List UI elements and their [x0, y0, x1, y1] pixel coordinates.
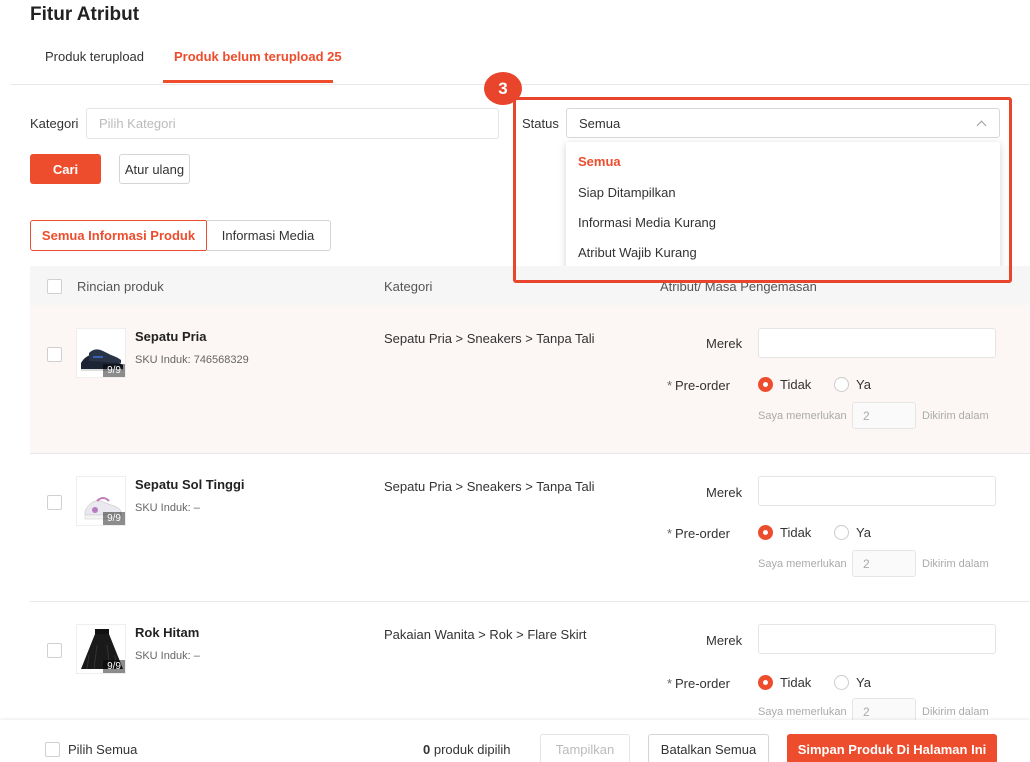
cancel-all-button[interactable]: Batalkan Semua [648, 734, 769, 762]
show-button-label: Tampilkan [555, 741, 615, 757]
search-button-label: Cari [52, 161, 79, 177]
product-category: Sepatu Pria > Sneakers > Tanpa Tali [384, 479, 595, 494]
product-thumbnail[interactable]: 9/9 [76, 328, 126, 378]
image-count-badge: 9/9 [103, 660, 125, 673]
header-checkbox[interactable] [47, 279, 62, 294]
product-sku: SKU Induk: 746568329 [135, 354, 249, 366]
need-label: Saya memerlukan [758, 410, 847, 422]
need-label: Saya memerlukan [758, 706, 847, 718]
ship-label: Dikirim dalam [922, 706, 989, 718]
reset-button-label: Atur ulang [124, 161, 185, 177]
days-value: 2 [863, 556, 870, 571]
product-name[interactable]: Sepatu Sol Tinggi [135, 477, 245, 492]
tab-not-uploaded[interactable]: Produk belum terupload 25 [174, 49, 342, 64]
save-page-button-label: Simpan Produk Di Halaman Ini [797, 741, 987, 757]
kategori-label: Kategori [30, 116, 79, 131]
search-button[interactable]: Cari [30, 154, 101, 184]
annotation-highlight-box [513, 97, 1012, 283]
merek-label: Merek [706, 336, 743, 351]
merek-input[interactable] [758, 624, 996, 654]
page-title: Fitur Atribut [30, 4, 140, 25]
required-mark: * [667, 378, 673, 393]
show-button[interactable]: Tampilkan [540, 734, 630, 762]
row-checkbox[interactable] [47, 347, 62, 362]
preorder-yes-radio[interactable] [834, 675, 849, 690]
save-page-button[interactable]: Simpan Produk Di Halaman Ini [787, 734, 997, 762]
product-sku: SKU Induk: – [135, 502, 200, 514]
preorder-no-radio[interactable] [758, 377, 773, 392]
product-category: Pakaian Wanita > Rok > Flare Skirt [384, 627, 587, 642]
active-tab-indicator [163, 80, 333, 83]
merek-label: Merek [706, 633, 743, 648]
select-all-checkbox[interactable] [45, 742, 60, 757]
row-checkbox[interactable] [47, 495, 62, 510]
preorder-yes-radio[interactable] [834, 525, 849, 540]
product-name[interactable]: Rok Hitam [135, 625, 199, 640]
column-category: Kategori [384, 279, 433, 294]
preorder-no-label: Tidak [780, 377, 812, 392]
selected-count: 0 [423, 742, 431, 757]
ship-label: Dikirim dalam [922, 410, 989, 422]
preorder-label: Pre-order [675, 676, 730, 691]
required-mark: * [667, 676, 673, 691]
preorder-label: Pre-order [675, 526, 730, 541]
preorder-no-radio[interactable] [758, 525, 773, 540]
ship-label: Dikirim dalam [922, 558, 989, 570]
selected-summary: 0 produk dipilih [423, 742, 510, 757]
view-all-info[interactable]: Semua Informasi Produk [30, 220, 207, 251]
preorder-no-label: Tidak [780, 675, 812, 690]
days-value: 2 [863, 704, 870, 719]
tab-uploaded[interactable]: Produk terupload [45, 49, 144, 64]
select-all-label: Pilih Semua [68, 742, 138, 757]
selected-text: produk dipilih [433, 742, 511, 757]
row-divider [30, 601, 1030, 602]
product-name[interactable]: Sepatu Pria [135, 329, 207, 344]
reset-button[interactable]: Atur ulang [119, 154, 190, 184]
product-thumbnail[interactable]: 9/9 [76, 476, 126, 526]
image-count-badge: 9/9 [103, 512, 125, 525]
merek-label: Merek [706, 485, 743, 500]
image-count-badge: 9/9 [103, 364, 125, 377]
product-category: Sepatu Pria > Sneakers > Tanpa Tali [384, 331, 595, 346]
product-sku: SKU Induk: – [135, 650, 200, 662]
product-thumbnail[interactable]: 9/9 [76, 624, 126, 674]
cancel-all-button-label: Batalkan Semua [660, 741, 757, 757]
preorder-yes-label: Ya [856, 525, 871, 540]
view-media-info[interactable]: Informasi Media [206, 220, 331, 251]
view-media-info-label: Informasi Media [221, 228, 315, 243]
preorder-label: Pre-order [675, 378, 730, 393]
days-value: 2 [863, 408, 870, 423]
preorder-no-radio[interactable] [758, 675, 773, 690]
row-checkbox[interactable] [47, 643, 62, 658]
merek-input[interactable] [758, 476, 996, 506]
need-label: Saya memerlukan [758, 558, 847, 570]
view-all-info-label: Semua Informasi Produk [41, 228, 196, 243]
preorder-yes-label: Ya [856, 377, 871, 392]
preorder-no-label: Tidak [780, 525, 812, 540]
row-divider [30, 453, 1030, 454]
required-mark: * [667, 526, 673, 541]
kategori-input[interactable]: Pilih Kategori [86, 108, 499, 139]
column-product-details: Rincian produk [77, 279, 164, 294]
merek-input[interactable] [758, 328, 996, 358]
annotation-step-badge: 3 [484, 72, 522, 105]
kategori-placeholder: Pilih Kategori [99, 116, 176, 131]
days-input[interactable]: 2 [852, 550, 916, 577]
preorder-yes-radio[interactable] [834, 377, 849, 392]
preorder-yes-label: Ya [856, 675, 871, 690]
days-input[interactable]: 2 [852, 402, 916, 429]
